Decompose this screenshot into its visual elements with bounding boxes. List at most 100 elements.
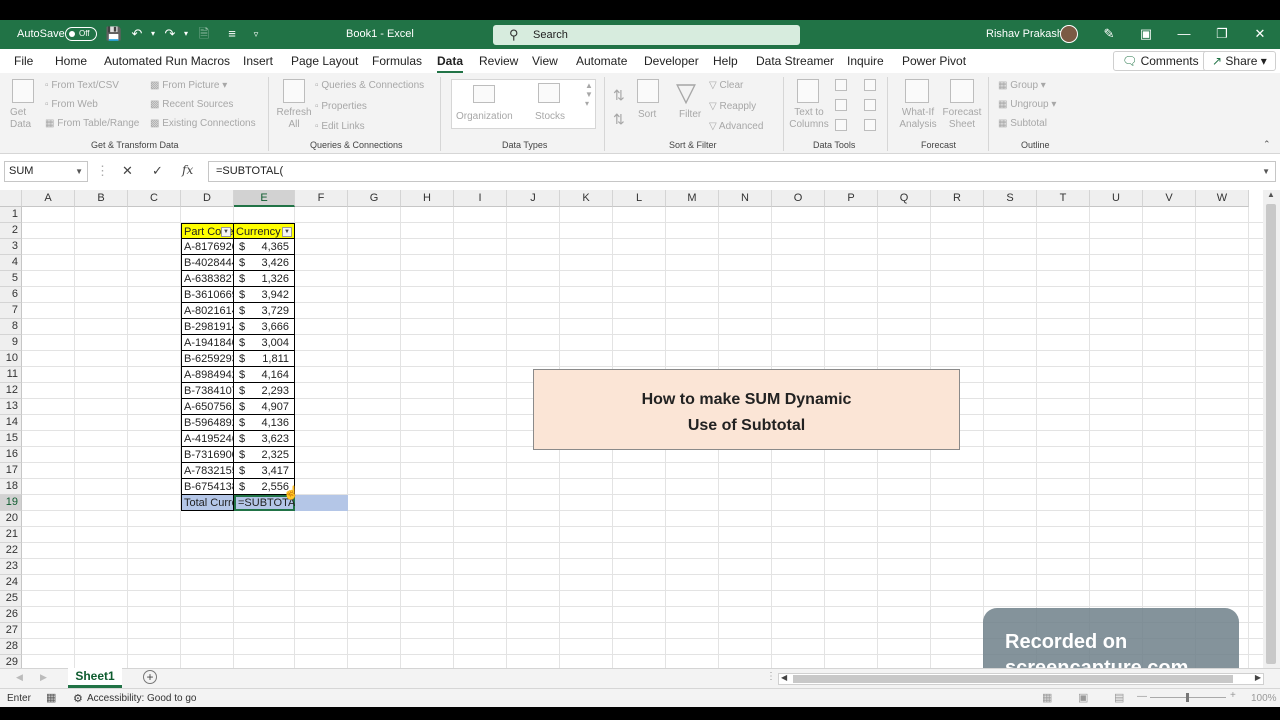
form-icon[interactable]: ≡ <box>222 25 242 43</box>
row-header-7[interactable]: 7 <box>0 303 22 319</box>
page-layout-view-icon[interactable]: ▣ <box>1078 691 1088 704</box>
header-cell-currency[interactable]: Currency ▼ <box>234 223 295 239</box>
part-code-cell[interactable]: B-59648928 <box>181 415 234 431</box>
select-all-corner[interactable] <box>0 190 22 207</box>
from-web-button[interactable]: ▫ From Web <box>45 99 98 110</box>
currency-cell[interactable]: $4,365 <box>234 239 295 255</box>
column-header-l[interactable]: L <box>613 190 666 207</box>
accessibility-status[interactable]: Accessibility: Good to go <box>87 693 197 704</box>
column-header-p[interactable]: P <box>825 190 878 207</box>
tab-data[interactable]: Data <box>437 54 464 73</box>
row-header-11[interactable]: 11 <box>0 367 22 383</box>
column-header-e[interactable]: E <box>234 190 295 207</box>
worksheet-grid[interactable]: ABCDEFGHIJKLMNOPQRSTUVW 1 2 3 4 5 6 7 8 9 10 11 12 1… <box>0 190 1263 690</box>
column-header-a[interactable]: A <box>22 190 75 207</box>
normal-view-icon[interactable]: ▦ <box>1042 691 1052 704</box>
tab-automate[interactable]: Automate <box>576 54 627 68</box>
prev-sheet-icon[interactable]: ◀ <box>16 672 23 683</box>
reapply-button[interactable]: ▽ Reapply <box>709 101 756 112</box>
formula-input[interactable]: =SUBTOTAL(▼ <box>208 161 1276 182</box>
row-header-12[interactable]: 12 <box>0 383 22 399</box>
what-if-analysis-button[interactable]: What-If Analysis <box>895 107 941 131</box>
row-header-17[interactable]: 17 <box>0 463 22 479</box>
column-header-q[interactable]: Q <box>878 190 931 207</box>
part-code-cell[interactable]: A-65075614 <box>181 399 234 415</box>
row-header-2[interactable]: 2 <box>0 223 22 239</box>
column-header-u[interactable]: U <box>1090 190 1143 207</box>
sort-az-icon[interactable]: ⇅ <box>613 87 625 104</box>
organization-button[interactable]: Organization <box>456 111 513 122</box>
part-code-cell[interactable]: B-29819149 <box>181 319 234 335</box>
currency-cell[interactable]: $3,729 <box>234 303 295 319</box>
queries-connections-button[interactable]: ▫ Queries & Connections <box>315 80 424 91</box>
autosave-toggle[interactable]: Off <box>65 27 97 41</box>
column-header-c[interactable]: C <box>128 190 181 207</box>
row-header-3[interactable]: 3 <box>0 239 22 255</box>
refresh-all-button[interactable]: Refresh All <box>276 107 312 131</box>
title-textbox[interactable]: How to make SUM Dynamic Use of Subtotal <box>533 369 960 450</box>
page-break-view-icon[interactable]: ▤ <box>1114 691 1124 704</box>
part-code-cell[interactable]: A-19418402 <box>181 335 234 351</box>
row-header-20[interactable]: 20 <box>0 511 22 527</box>
from-picture-button[interactable]: ▩ From Picture ▾ <box>150 80 227 91</box>
next-sheet-icon[interactable]: ▶ <box>40 672 47 683</box>
currency-cell[interactable]: $2,325 <box>234 447 295 463</box>
row-header-26[interactable]: 26 <box>0 607 22 623</box>
collapse-ribbon-icon[interactable]: ⌃ <box>1263 139 1271 150</box>
flash-fill-icon[interactable] <box>835 79 847 91</box>
column-header-o[interactable]: O <box>772 190 825 207</box>
currency-cell[interactable]: $1,326 <box>234 271 295 287</box>
manage-data-model-icon[interactable] <box>864 119 876 131</box>
macro-record-icon[interactable]: ▦ <box>46 691 56 704</box>
horizontal-scrollbar[interactable]: ◀ ▶ <box>778 673 1264 685</box>
row-header-6[interactable]: 6 <box>0 287 22 303</box>
row-header-10[interactable]: 10 <box>0 351 22 367</box>
row-header-24[interactable]: 24 <box>0 575 22 591</box>
gallery-scroll-icon[interactable]: ▲ ▼ ▾ <box>585 81 593 108</box>
get-data-button[interactable]: Get Data <box>10 107 36 131</box>
column-header-r[interactable]: R <box>931 190 984 207</box>
row-header-15[interactable]: 15 <box>0 431 22 447</box>
column-header-j[interactable]: J <box>507 190 560 207</box>
column-header-d[interactable]: D <box>181 190 234 207</box>
advanced-button[interactable]: ▽ Advanced <box>709 121 763 132</box>
column-header-m[interactable]: M <box>666 190 719 207</box>
add-sheet-icon[interactable]: + <box>143 670 157 684</box>
tab-home[interactable]: Home <box>55 54 87 68</box>
tab-developer[interactable]: Developer <box>644 54 699 68</box>
row-header-23[interactable]: 23 <box>0 559 22 575</box>
tab-automated-run-macros[interactable]: Automated Run Macros <box>104 54 230 68</box>
sort-button[interactable]: Sort <box>638 109 656 120</box>
text-to-columns-button[interactable]: Text to Columns <box>789 107 829 131</box>
sheet-tab-sheet1[interactable]: Sheet1 <box>68 668 122 688</box>
currency-cell[interactable]: $3,426 <box>234 255 295 271</box>
restore-icon[interactable]: ❐ <box>1212 25 1232 43</box>
row-header-9[interactable]: 9 <box>0 335 22 351</box>
tab-formulas[interactable]: Formulas <box>372 54 422 68</box>
row-header-18[interactable]: 18 <box>0 479 22 495</box>
pen-icon[interactable]: ✎ <box>1099 25 1119 43</box>
row-header-19[interactable]: 19 <box>0 495 22 511</box>
column-header-t[interactable]: T <box>1037 190 1090 207</box>
column-header-s[interactable]: S <box>984 190 1037 207</box>
filter-dropdown-icon[interactable]: ▼ <box>282 227 292 237</box>
part-code-cell[interactable]: A-81769200 <box>181 239 234 255</box>
part-code-cell[interactable]: B-36106695 <box>181 287 234 303</box>
tab-split-handle[interactable]: ⋮ <box>766 671 776 682</box>
column-header-n[interactable]: N <box>719 190 772 207</box>
ribbon-display-icon[interactable]: ▣ <box>1136 25 1156 43</box>
column-header-h[interactable]: H <box>401 190 454 207</box>
zoom-slider-thumb[interactable] <box>1186 693 1189 702</box>
column-header-g[interactable]: G <box>348 190 401 207</box>
currency-cell[interactable]: $3,623 <box>234 431 295 447</box>
tab-inquire[interactable]: Inquire <box>847 54 884 68</box>
currency-cell[interactable]: $4,164 <box>234 367 295 383</box>
comments-button[interactable]: 🗨 Comments <box>1113 51 1208 71</box>
minimize-icon[interactable]: — <box>1174 25 1194 43</box>
subtotal-button[interactable]: ▦ Subtotal <box>998 118 1047 129</box>
recent-sources-button[interactable]: ▩ Recent Sources <box>150 99 233 110</box>
name-box-dropdown-icon[interactable]: ▼ <box>75 162 83 181</box>
currency-cell[interactable]: $1,811 <box>234 351 295 367</box>
tab-help[interactable]: Help <box>713 54 738 68</box>
row-header-16[interactable]: 16 <box>0 447 22 463</box>
